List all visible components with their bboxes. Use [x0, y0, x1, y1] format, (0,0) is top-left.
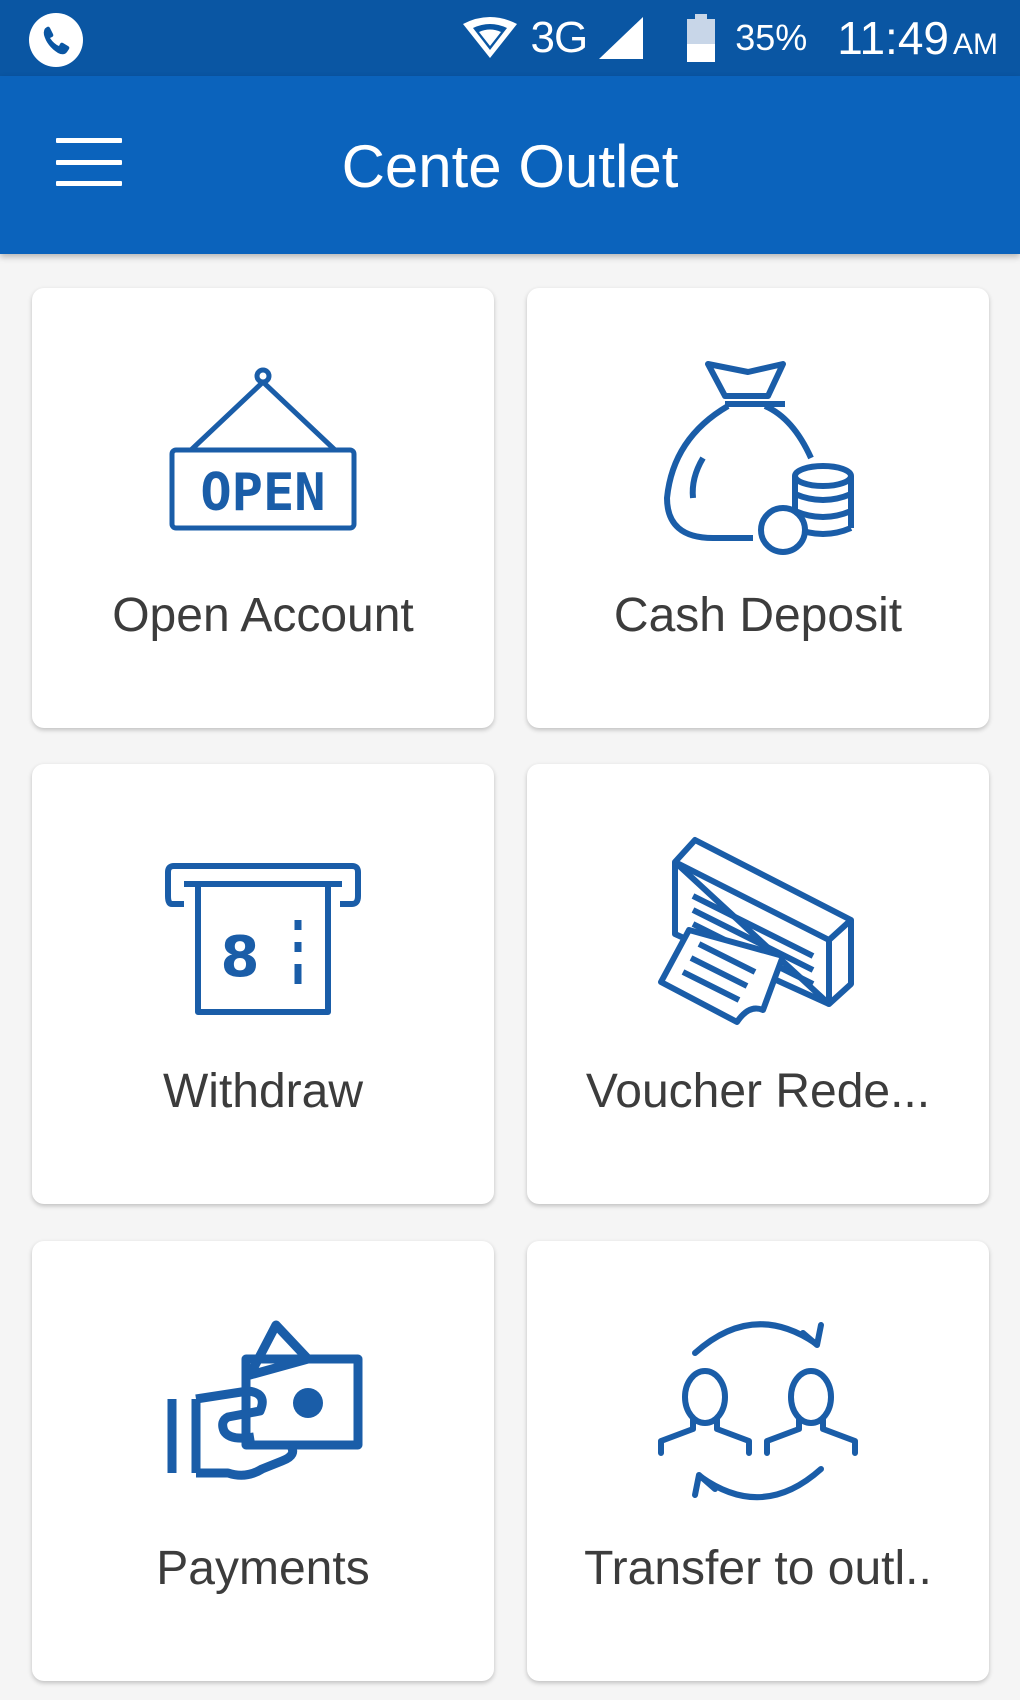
tile-label-cash-deposit: Cash Deposit — [613, 589, 903, 642]
wifi-icon — [462, 17, 517, 58]
tile-label-open-account: Open Account — [112, 589, 414, 642]
atm-withdraw-icon: 8 — [165, 863, 361, 1015]
tile-voucher-redemption[interactable]: Voucher Rede... — [527, 764, 989, 1204]
network-type: 3G — [530, 13, 589, 62]
clock: 11:49 AM — [837, 11, 998, 65]
tile-payments[interactable]: Payments — [32, 1241, 494, 1681]
tile-transfer-to-outlet[interactable]: Transfer to outl.. — [527, 1241, 989, 1681]
phone-call-icon — [29, 13, 83, 67]
tile-withdraw[interactable]: 8 Withdraw — [32, 764, 494, 1204]
svg-text:8: 8 — [221, 925, 260, 990]
page-title: Cente Outlet — [341, 133, 679, 200]
status-indicators: 3G 35% 11:49 AM — [461, 0, 998, 76]
money-bag-icon — [664, 361, 854, 555]
status-bar: 3G 35% 11:49 AM — [0, 0, 1020, 76]
tile-open-account[interactable]: OPEN Open Account — [32, 288, 494, 728]
signal-icon — [599, 17, 644, 59]
tile-label-withdraw: Withdraw — [162, 1065, 364, 1118]
battery-percent: 35% — [735, 17, 808, 58]
voucher-printer-icon — [658, 837, 854, 1025]
open-sign-text: OPEN — [200, 463, 325, 523]
app-bar: Cente Outlet — [0, 76, 1020, 254]
tile-label-voucher-redemption: Voucher Rede... — [585, 1065, 931, 1118]
tile-cash-deposit[interactable]: Cash Deposit — [527, 288, 989, 728]
clock-am-pm: AM — [953, 28, 998, 61]
open-sign-icon: OPEN — [169, 367, 357, 531]
cash-hand-icon — [167, 1320, 363, 1480]
tile-label-payments: Payments — [156, 1542, 370, 1595]
battery-icon — [687, 14, 716, 62]
user-transfer-icon — [658, 1321, 858, 1500]
clock-time: 11:49 — [837, 12, 949, 64]
tile-label-transfer-to-outlet: Transfer to outl.. — [584, 1542, 932, 1595]
